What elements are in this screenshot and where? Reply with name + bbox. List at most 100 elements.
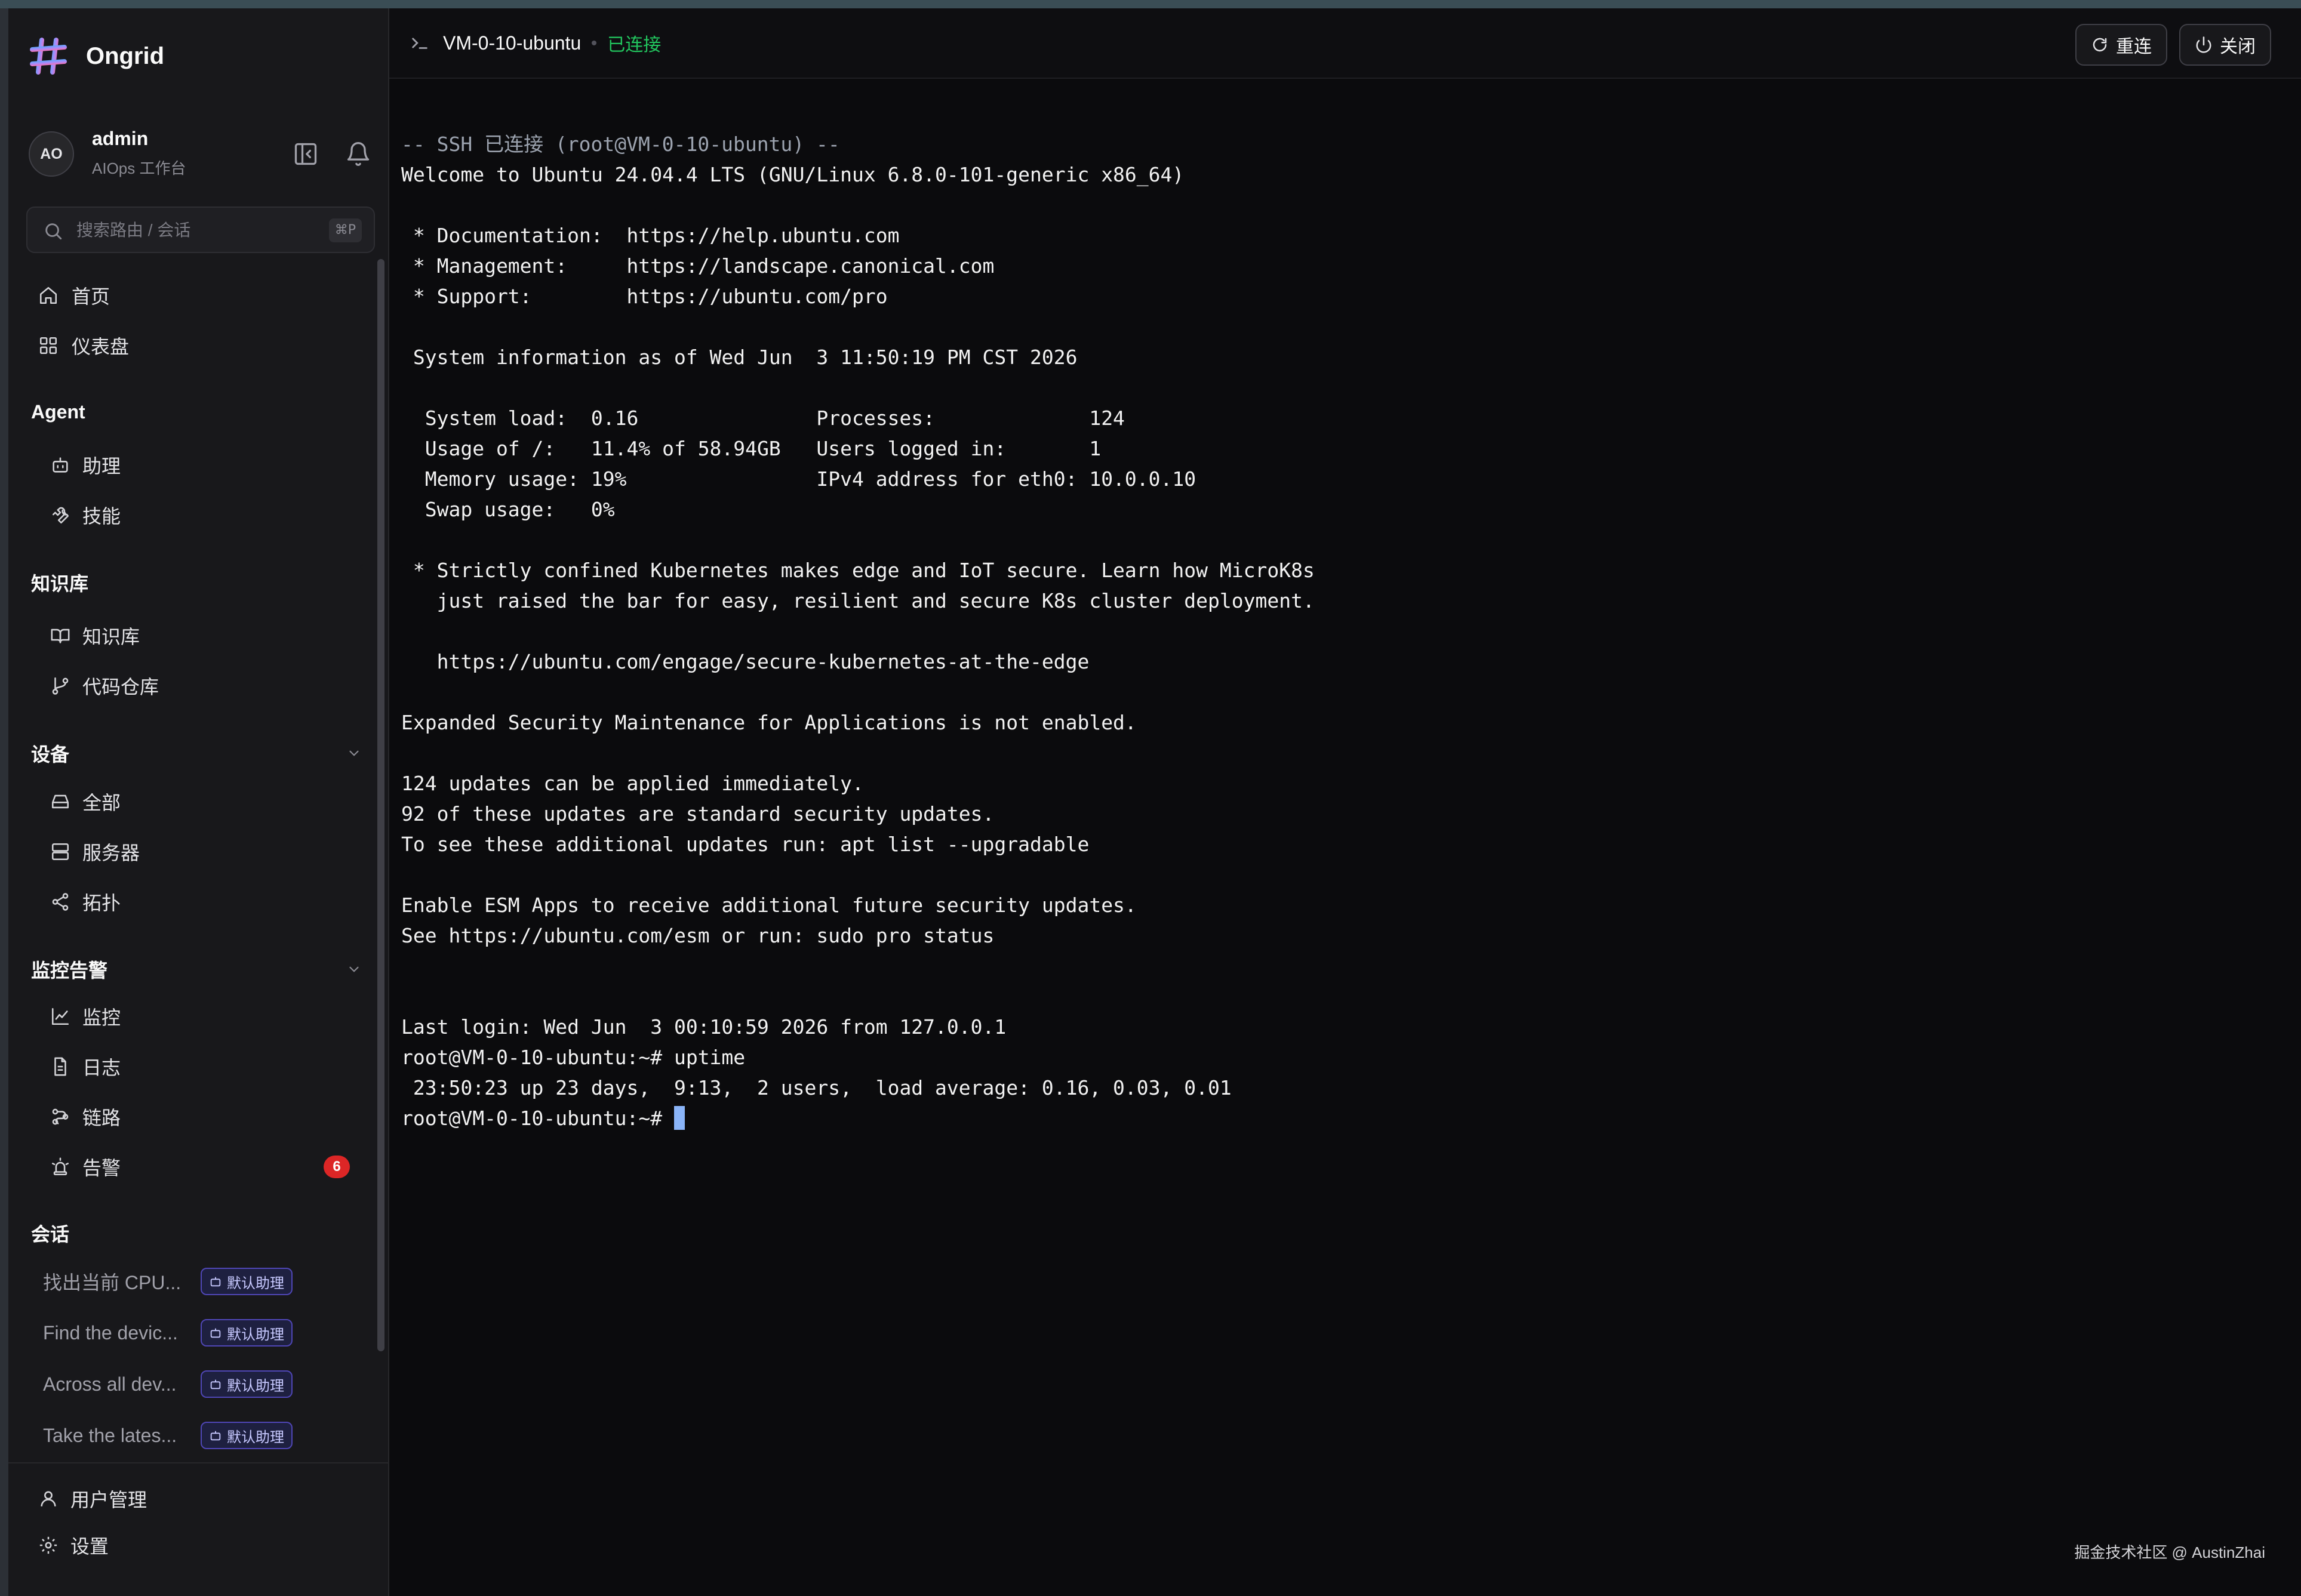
- terminal-line: Swap usage: 0%: [401, 498, 615, 521]
- nav-home[interactable]: 首页: [26, 275, 361, 316]
- bot-icon: [210, 1431, 221, 1441]
- close-button[interactable]: 关闭: [2179, 24, 2271, 66]
- assistant-tag-label: 默认助理: [227, 1326, 284, 1343]
- section-agent-title: Agent: [31, 400, 85, 423]
- nav-assistant[interactable]: 助理: [38, 444, 361, 486]
- user-subtitle: AIOps 工作台: [92, 159, 186, 177]
- close-label: 关闭: [2220, 37, 2256, 57]
- assistant-tag: 默认助理: [201, 1422, 293, 1449]
- nav-logs[interactable]: 日志: [38, 1046, 361, 1087]
- assistant-tag: 默认助理: [201, 1370, 293, 1398]
- sidebar-scrollbar[interactable]: [377, 259, 384, 1351]
- search-box[interactable]: ⌘P: [26, 207, 375, 253]
- nav-topology-label: 拓扑: [82, 892, 121, 914]
- bot-icon: [210, 1328, 221, 1338]
- power-icon: [2196, 36, 2211, 53]
- session-item[interactable]: 找出当前 CPU... 默认助理: [43, 1261, 365, 1302]
- user-icon: [41, 1491, 56, 1506]
- nav-code-repo-label: 代码仓库: [82, 676, 159, 698]
- assistant-tag-label: 默认助理: [227, 1429, 284, 1446]
- bot-icon: [210, 1379, 221, 1389]
- terminal-line: Memory usage: 19% IPv4 address for eth0:…: [401, 467, 1196, 491]
- section-monitoring-title: 监控告警: [31, 960, 108, 981]
- refresh-icon: [2093, 38, 2107, 52]
- terminal-line: To see these additional updates run: apt…: [401, 833, 1090, 856]
- avatar[interactable]: AO: [29, 131, 74, 177]
- ongrid-logo-icon: [30, 38, 67, 75]
- line-chart-icon: [51, 1007, 69, 1025]
- app-window: Ongrid AO admin AIOps 工作台 ⌘P 首页: [8, 8, 2301, 1596]
- workflow-icon: [52, 1108, 69, 1125]
- nav-user-management[interactable]: 用户管理: [26, 1478, 349, 1520]
- session-item[interactable]: Take the lates... 默认助理: [43, 1415, 365, 1456]
- home-icon: [39, 286, 57, 304]
- terminal-line: -- SSH 已连接 (root@VM-0-10-ubuntu) --: [401, 133, 840, 156]
- terminal-line: See https://ubuntu.com/esm or run: sudo …: [401, 924, 995, 947]
- alert-count-badge: 6: [324, 1156, 350, 1178]
- terminal-line: Usage of /: 11.4% of 58.94GB Users logge…: [401, 437, 1102, 460]
- bell-icon[interactable]: [345, 141, 371, 167]
- nav-home-label: 首页: [72, 286, 110, 307]
- nav-monitor[interactable]: 监控: [38, 996, 361, 1037]
- file-text-icon: [54, 1057, 66, 1076]
- nav-knowledge-base-label: 知识库: [82, 626, 140, 648]
- connection-info: VM-0-10-ubuntu 已连接: [410, 29, 661, 57]
- bot-icon: [53, 457, 68, 473]
- nav-assistant-label: 助理: [82, 455, 121, 477]
- terminal-line: 124 updates can be applied immediately.: [401, 772, 864, 795]
- nav-all-devices-label: 全部: [82, 792, 121, 814]
- sidebar: Ongrid AO admin AIOps 工作台 ⌘P 首页: [8, 8, 389, 1596]
- section-devices-title: 设备: [31, 744, 70, 765]
- session-item[interactable]: Find the devic... 默认助理: [43, 1312, 365, 1354]
- search-input[interactable]: [75, 215, 304, 246]
- session-item[interactable]: Across all dev... 默认助理: [43, 1363, 365, 1405]
- host-name: VM-0-10-ubuntu: [443, 32, 582, 54]
- user-name: admin: [92, 128, 149, 149]
- session-title: Take the lates...: [43, 1424, 177, 1446]
- nav-dashboard-label: 仪表盘: [72, 336, 130, 358]
- nav-settings[interactable]: 设置: [26, 1524, 349, 1566]
- terminal-line: https://ubuntu.com/engage/secure-kuberne…: [401, 650, 1090, 673]
- terminal-cursor: [673, 1105, 685, 1130]
- nav-dashboard[interactable]: 仪表盘: [26, 325, 361, 366]
- nav-skills[interactable]: 技能: [38, 494, 361, 536]
- watermark: 掘金技术社区 @ AustinZhai: [2074, 1543, 2265, 1561]
- app-name: Ongrid: [86, 42, 165, 69]
- section-sessions: 会话: [31, 1215, 365, 1251]
- nav-alerts[interactable]: 告警 6: [38, 1146, 361, 1188]
- session-title: Find the devic...: [43, 1321, 178, 1344]
- nav-traces[interactable]: 链路: [38, 1096, 361, 1138]
- terminal-line: System load: 0.16 Processes: 124: [401, 406, 1125, 430]
- session-title: Across all dev...: [43, 1373, 177, 1395]
- terminal-line: 23:50:23 up 23 days, 9:13, 2 users, load…: [401, 1076, 1232, 1099]
- brand[interactable]: Ongrid: [29, 32, 164, 80]
- collapse-sidebar-icon[interactable]: [293, 141, 319, 167]
- dashboard-grid-icon: [39, 337, 57, 355]
- nav-code-repo[interactable]: 代码仓库: [38, 665, 361, 707]
- section-knowledge: 知识库: [31, 565, 365, 600]
- reconnect-label: 重连: [2116, 37, 2152, 57]
- terminal-line: root@VM-0-10-ubuntu:~# uptime: [401, 1046, 746, 1069]
- nav-knowledge-base[interactable]: 知识库: [38, 615, 361, 657]
- section-monitoring[interactable]: 监控告警: [31, 951, 365, 987]
- terminal-line: * Support: https://ubuntu.com/pro: [401, 285, 888, 308]
- nav-topology[interactable]: 拓扑: [38, 881, 361, 923]
- gear-icon: [39, 1536, 57, 1554]
- terminal-prompt-line[interactable]: root@VM-0-10-ubuntu:~#: [401, 1103, 2282, 1133]
- reconnect-button[interactable]: 重连: [2075, 24, 2167, 66]
- siren-icon: [51, 1157, 69, 1176]
- section-devices[interactable]: 设备: [31, 735, 365, 771]
- terminal-line: Last login: Wed Jun 3 00:10:59 2026 from…: [401, 1015, 1007, 1039]
- nav-all-devices[interactable]: 全部: [38, 781, 361, 822]
- search-shortcut: ⌘P: [328, 218, 362, 242]
- terminal-line: just raised the bar for easy, resilient …: [401, 589, 1315, 612]
- terminal-output[interactable]: -- SSH 已连接 (root@VM-0-10-ubuntu) -- Welc…: [401, 129, 2282, 1133]
- chevron-down-icon[interactable]: [346, 962, 362, 977]
- nav-servers[interactable]: 服务器: [38, 831, 361, 873]
- chevron-down-icon[interactable]: [346, 745, 362, 761]
